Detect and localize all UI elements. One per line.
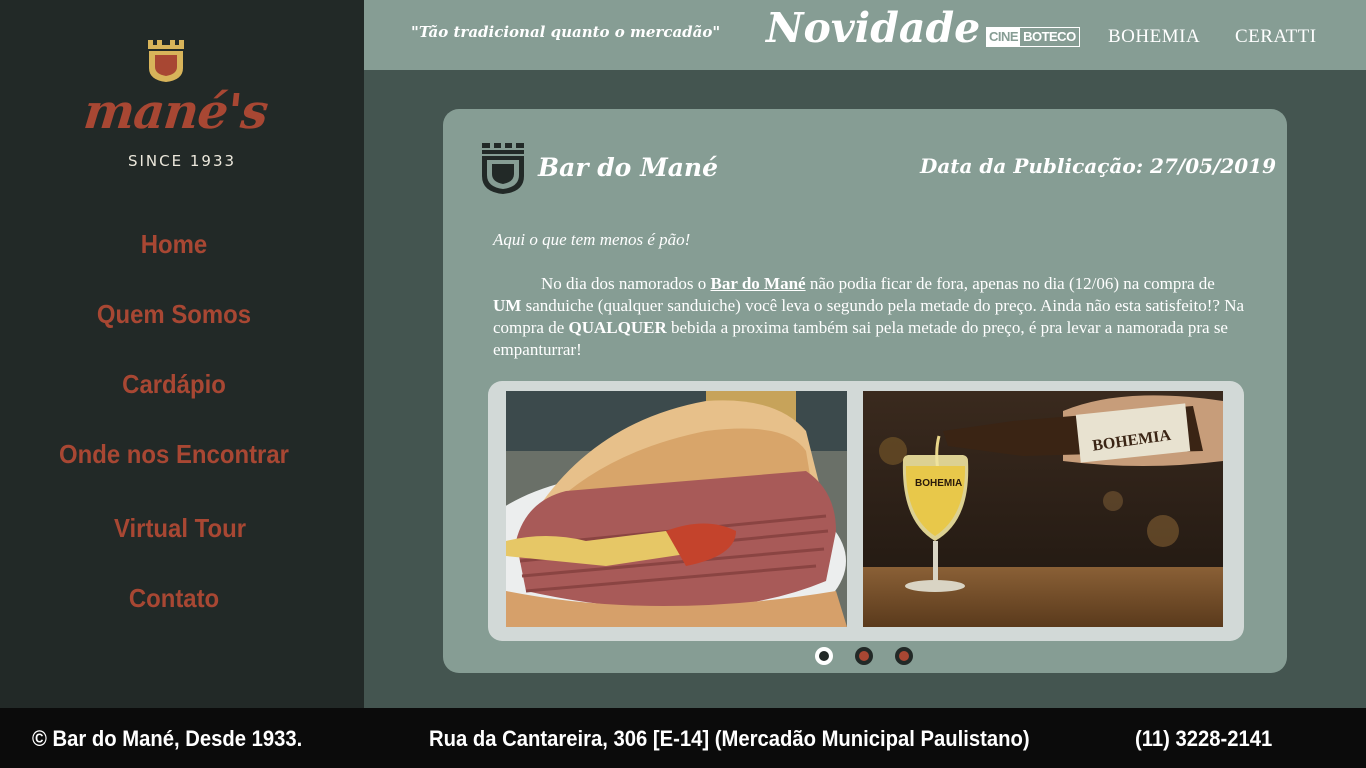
post-body-highlight: UM [493,296,522,315]
post-body-text: No dia dos namorados o [541,274,711,293]
post-body-highlight: QUALQUER [568,318,667,337]
cineboteco-link[interactable]: CINE BOTECO [986,27,1080,47]
footer-copyright: © Bar do Mané, Desde 1933. [32,726,303,751]
carousel-dot-1[interactable] [815,647,833,665]
news-card: Bar do Mané Data da Publicação: 27/05/20… [443,109,1287,673]
manes-logo[interactable]: mané's [81,40,270,140]
post-body-text: não podia ficar de fora, apenas no dia (… [805,274,1215,293]
cineboteco-cine-text: CINE [987,28,1021,46]
brand-wordmark: mané's [81,84,270,140]
carousel-dot-2[interactable] [855,647,873,665]
nav-item-quem-somos[interactable]: Quem Somos [14,299,334,330]
ceratti-link[interactable]: CERATTI [1235,26,1317,48]
bohemia-link[interactable]: BOHEMIA [1108,26,1200,48]
carousel-dot-3[interactable] [895,647,913,665]
crest-icon [482,143,524,194]
nav-item-onde-nos-encontrar[interactable]: Onde nos Encontrar [14,439,334,470]
nav-item-cardapio[interactable]: Cardápio [14,369,334,400]
publication-date: Data da Publicação: 27/05/2019 [919,154,1276,178]
section-title: Novidade [766,4,981,52]
footer: © Bar do Mané, Desde 1933. Rua da Cantar… [0,708,1366,768]
post-intro: Aqui o que tem menos é pão! [493,230,691,249]
footer-address: Rua da Cantareira, 306 [E-14] (Mercadão … [429,726,1030,751]
top-bar: "Tão tradicional quanto o mercadão" Novi… [364,0,1366,70]
nav-item-contato[interactable]: Contato [14,583,334,614]
beer-photo: BOHEMIA BOHEMIA [863,391,1223,627]
nav-item-home[interactable]: Home [14,229,334,260]
post-body: No dia dos namorados o Bar do Mané não p… [493,273,1245,361]
sidebar: mané's SINCE 1933 Home Quem Somos Cardáp… [0,0,364,708]
image-gallery: BOHEMIA BOHEMIA [488,381,1244,641]
crest-icon [148,40,184,82]
carousel-dots [815,647,915,665]
since-text: SINCE 1933 [127,152,237,170]
sandwich-photo [506,391,847,627]
cineboteco-boteco-text: BOTECO [1023,29,1076,44]
svg-text:BOHEMIA: BOHEMIA [915,478,962,489]
bar-do-mane-link[interactable]: Bar do Mané [711,274,806,293]
slogan: "Tão tradicional quanto o mercadão" [411,23,721,41]
footer-phone[interactable]: (11) 3228-2141 [1135,726,1272,752]
nav-item-virtual-tour[interactable]: Virtual Tour [20,513,340,544]
post-title: Bar do Mané [538,153,719,182]
